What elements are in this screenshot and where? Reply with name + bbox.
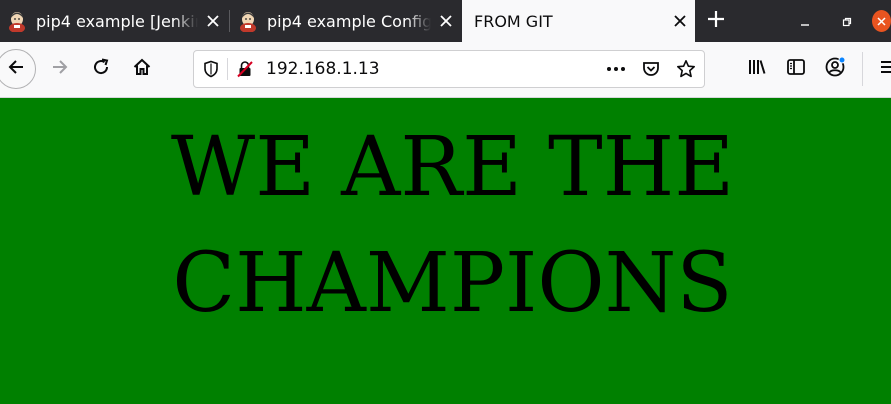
tab-pip4-example-config[interactable]: pip4 example Config [Jenkins] xyxy=(231,0,461,42)
close-icon xyxy=(872,10,891,32)
home-button[interactable] xyxy=(125,52,159,86)
tab-label: FROM GIT xyxy=(474,11,553,31)
jenkins-icon xyxy=(237,10,259,33)
meatball-menu-icon[interactable] xyxy=(604,57,628,81)
new-tab-button[interactable] xyxy=(700,0,732,42)
hamburger-menu-icon xyxy=(878,57,891,81)
forward-arrow-icon xyxy=(50,57,70,81)
close-icon[interactable] xyxy=(431,0,461,42)
toolbar-separator xyxy=(862,52,863,86)
back-arrow-icon xyxy=(6,57,26,81)
shield-icon[interactable] xyxy=(199,57,223,81)
tab-label: pip4 example [Jenkins] xyxy=(36,11,198,31)
forward-button[interactable] xyxy=(43,52,77,86)
restore-button[interactable] xyxy=(830,0,864,42)
home-icon xyxy=(132,57,152,81)
tab-from-git[interactable]: FROM GIT xyxy=(462,0,695,42)
plus-icon xyxy=(707,10,725,32)
library-button[interactable] xyxy=(741,53,773,85)
tab-bar: pip4 example [Jenkins] pip4 example Conf… xyxy=(0,0,891,42)
tab-separator xyxy=(229,10,230,32)
reload-button[interactable] xyxy=(84,52,118,86)
back-button[interactable] xyxy=(0,49,36,89)
sidebar-button[interactable] xyxy=(780,53,812,85)
minimize-icon xyxy=(800,12,810,31)
account-button[interactable] xyxy=(819,53,851,85)
tab-pip4-example-jenkins[interactable]: pip4 example [Jenkins] xyxy=(0,0,228,42)
close-icon[interactable] xyxy=(198,0,228,42)
account-icon xyxy=(824,56,846,82)
restore-icon xyxy=(842,12,852,31)
page-heading: WE ARE THE CHAMPIONS xyxy=(170,120,735,331)
url-bar[interactable]: 192.168.1.13 xyxy=(193,50,705,88)
sidebar-icon xyxy=(786,57,806,81)
bookmark-star-icon[interactable] xyxy=(674,57,698,81)
browser-window: pip4 example [Jenkins] pip4 example Conf… xyxy=(0,0,891,404)
url-text[interactable]: 192.168.1.13 xyxy=(266,51,380,87)
insecure-lock-icon[interactable] xyxy=(233,57,257,81)
page-content: WE ARE THE CHAMPIONS xyxy=(0,98,891,404)
menu-button[interactable] xyxy=(872,53,891,85)
library-icon xyxy=(747,57,767,81)
url-divider xyxy=(227,58,228,80)
jenkins-icon xyxy=(6,10,28,33)
minimize-button[interactable] xyxy=(788,0,822,42)
pocket-icon[interactable] xyxy=(639,57,663,81)
tab-label: pip4 example Config [Jenkins] xyxy=(267,11,431,31)
navigation-toolbar: 192.168.1.13 xyxy=(0,42,891,98)
reload-icon xyxy=(91,57,111,81)
window-close-button[interactable] xyxy=(866,0,891,42)
close-icon[interactable] xyxy=(665,0,695,42)
